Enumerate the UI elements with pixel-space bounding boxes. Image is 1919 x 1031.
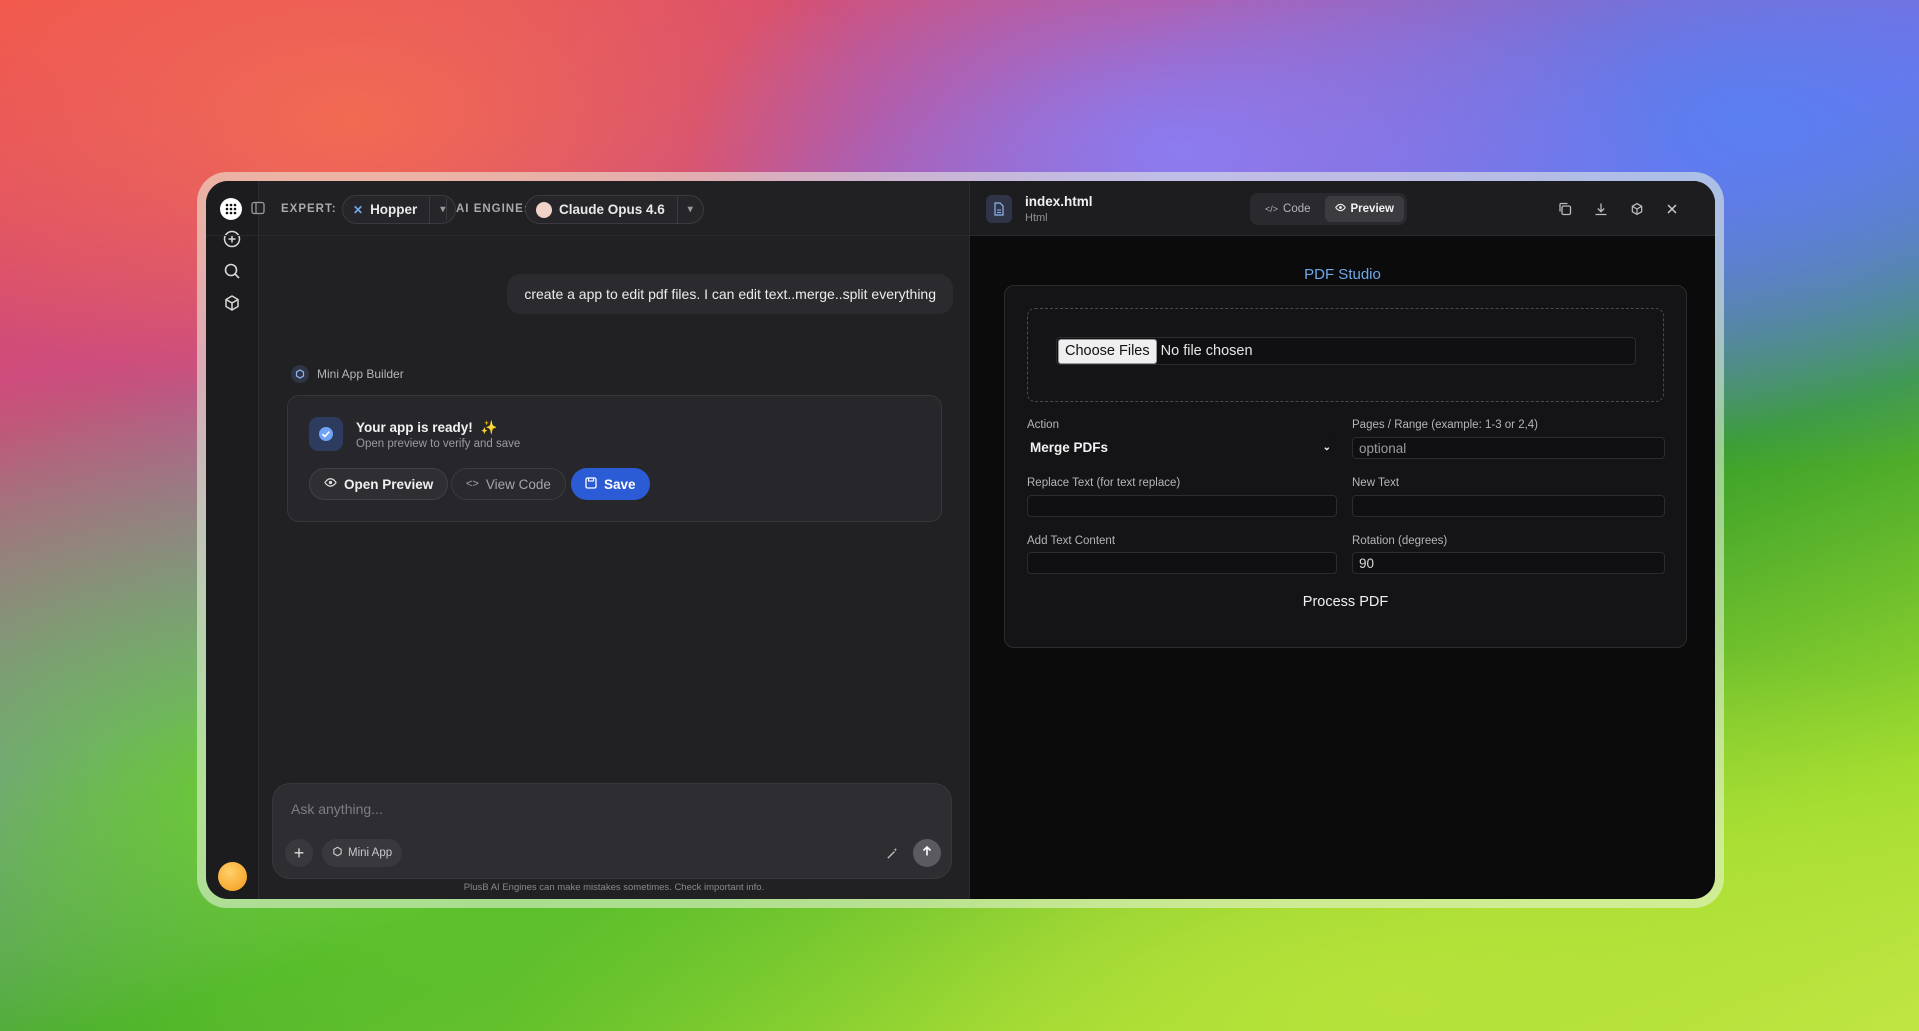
card-title: Your app is ready! ✨ [356,420,497,436]
sparkle-icon: ✨ [480,420,498,435]
add-attachment-button[interactable]: + [285,839,313,867]
app-title: PDF Studio [1304,266,1381,283]
no-file-text: No file chosen [1160,343,1253,359]
save-button[interactable]: Save [571,468,650,500]
code-icon: <> [466,478,479,490]
chevron-down-icon: ▾ [429,196,445,223]
eye-icon [324,476,337,492]
file-icon [986,195,1012,223]
card-subtitle: Open preview to verify and save [356,438,521,450]
choose-files-button[interactable]: Choose Files [1058,338,1157,364]
copy-icon[interactable] [1556,200,1574,218]
open-preview-button[interactable]: Open Preview [309,468,449,500]
new-text-label: New Text [1352,477,1400,489]
bot-name: Mini App Builder [317,367,404,381]
plus-icon: + [293,842,305,863]
save-icon [585,476,597,492]
divider [446,198,447,220]
engine-label: AI ENGINE: [456,203,529,215]
view-code-button[interactable]: <> View Code [451,468,566,500]
avatar[interactable] [218,862,247,891]
composer: + Mini App [272,783,952,879]
chat-toolbar: EXPERT: ✕ Hopper ▾ AI ENGINE: Claude Opu… [206,181,970,236]
engine-dropdown[interactable]: Claude Opus 4.6 ▾ [525,195,704,224]
action-value: Merge PDFs [1030,439,1109,455]
expert-value: Hopper [370,202,418,217]
bot-header: Mini App Builder [291,365,404,383]
apps-grid-icon[interactable] [220,198,242,220]
rotation-input[interactable]: 90 [1352,552,1665,574]
pages-input[interactable]: optional [1352,437,1665,459]
user-message: create a app to edit pdf files. I can ed… [507,274,953,314]
action-label: Action [1027,419,1059,431]
open-preview-label: Open Preview [344,476,434,492]
view-toggle: </> Code Preview [1250,193,1407,225]
file-input[interactable]: Choose Files No file chosen [1056,337,1636,365]
mini-app-chip[interactable]: Mini App [322,839,403,867]
action-select[interactable]: Merge PDFs ⌄ [1027,436,1335,458]
expert-dropdown[interactable]: ✕ Hopper ▾ [342,195,457,224]
left-rail [206,181,259,899]
new-text-input[interactable] [1352,495,1665,517]
rotation-label: Rotation (degrees) [1352,535,1448,547]
preview-toolbar: index.html Html </> Code Preview [970,181,1715,236]
sidebar-toggle-icon[interactable] [251,201,265,220]
pdf-studio-form: Choose Files No file chosen Action Merge… [1004,285,1687,648]
expert-icon: ✕ [353,202,364,217]
replace-text-input[interactable] [1027,495,1337,517]
save-label: Save [604,476,636,492]
chat-input[interactable] [291,798,891,820]
cube-icon[interactable] [220,291,244,315]
close-icon[interactable] [1663,200,1681,218]
app-window: EXPERT: ✕ Hopper ▾ AI ENGINE: Claude Opu… [206,181,1715,899]
engine-value: Claude Opus 4.6 [559,202,665,217]
arrow-up-icon [921,844,933,862]
download-icon[interactable] [1592,200,1610,218]
tab-code-label: Code [1283,203,1311,215]
mini-app-label: Mini App [348,847,393,859]
code-icon: </> [1265,204,1279,214]
claude-logo-icon [536,201,552,218]
file-name: index.html [1025,194,1093,209]
send-button[interactable] [913,839,941,867]
eye-icon [1334,202,1346,216]
tab-preview-label: Preview [1350,203,1394,215]
card-title-text: Your app is ready! [356,420,473,435]
replace-text-label: Replace Text (for text replace) [1027,477,1181,489]
view-code-label: View Code [485,476,551,492]
chevron-down-icon: ⌄ [1322,441,1331,453]
cube-icon [332,846,343,860]
file-drop-zone[interactable]: Choose Files No file chosen [1027,308,1664,402]
search-icon[interactable] [220,259,244,283]
disclaimer: PlusB AI Engines can make mistakes somet… [463,882,765,893]
pages-label: Pages / Range (example: 1-3 or 2,4) [1352,419,1539,431]
process-pdf-button[interactable]: Process PDF [1005,594,1686,610]
cube-icon[interactable] [1628,200,1646,218]
preview-panel: index.html Html </> Code Preview PDF Stu… [970,181,1715,899]
add-text-label: Add Text Content [1027,535,1116,547]
app-ready-card: Your app is ready! ✨ Open preview to ver… [287,395,942,522]
tab-code[interactable]: </> Code [1253,196,1323,222]
chat-panel: EXPERT: ✕ Hopper ▾ AI ENGINE: Claude Opu… [206,181,970,899]
expert-label: EXPERT: [281,203,337,215]
bot-logo-icon [291,365,309,383]
add-text-input[interactable] [1027,552,1337,574]
tab-preview[interactable]: Preview [1324,196,1404,222]
check-icon [309,417,343,451]
chevron-down-icon: ▾ [676,196,693,223]
magic-wand-icon[interactable] [878,839,906,867]
file-type: Html [1025,212,1048,224]
